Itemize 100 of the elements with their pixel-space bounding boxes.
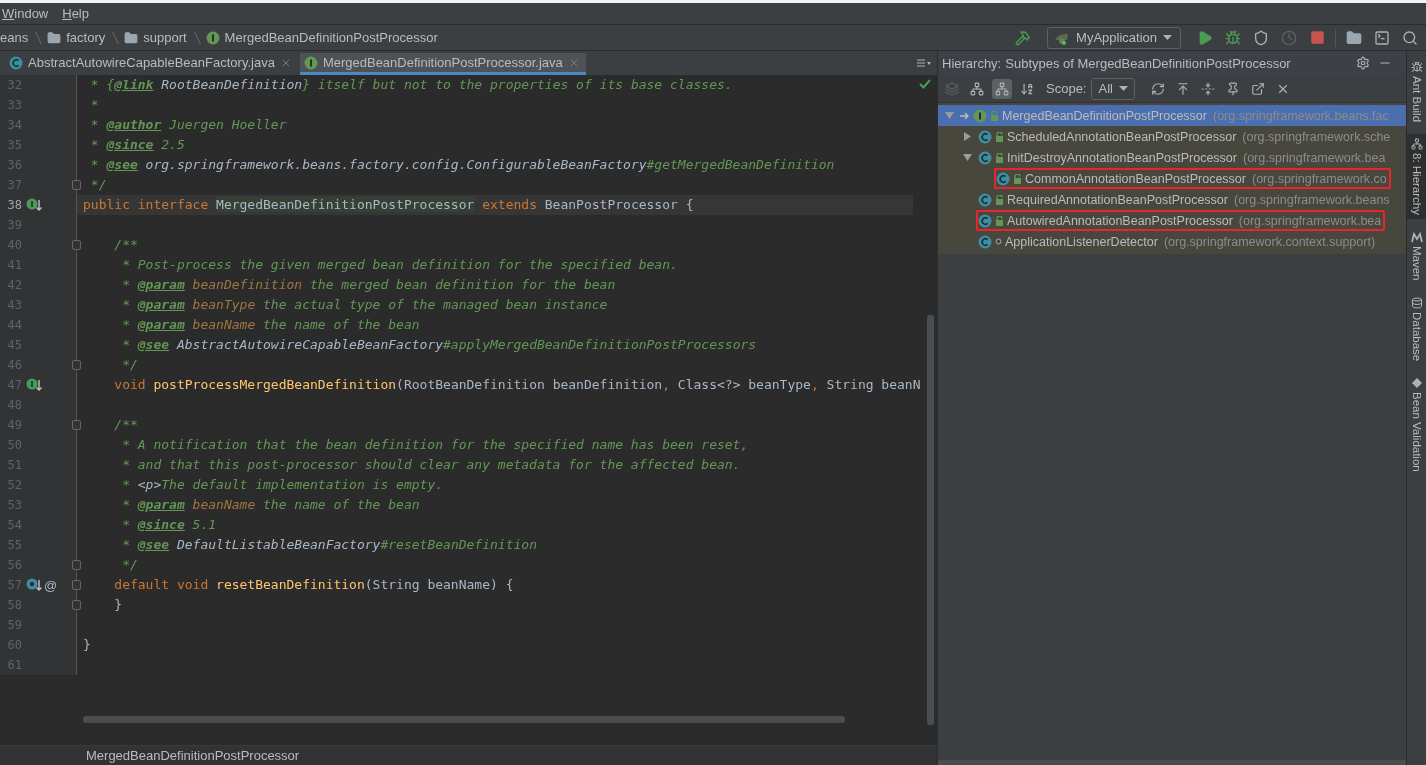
class-name: RequiredAnnotationBeanPostProcessor: [1007, 192, 1228, 207]
expand-icon: [1200, 81, 1215, 96]
fold-marker[interactable]: [72, 600, 81, 610]
package-name: (org.springframework.context.support): [1163, 234, 1376, 249]
fold-marker[interactable]: [72, 420, 81, 430]
code-line: * @see org.springframework.beans.factory.config.ConfigurableBeanFactory#getMergedBeanDefinition: [89, 156, 836, 174]
package-name: (org.springframework.beans.fac: [1212, 108, 1389, 123]
panel-subtitle: Subtypes of MergedBeanDefinitionPostProcessor: [1005, 55, 1291, 71]
expanded-arrow-icon[interactable]: [962, 153, 972, 162]
refresh-icon: [1150, 81, 1165, 96]
code-line: * @see DefaultListableBeanFactory#resetBeanDefinition: [121, 536, 538, 554]
database-icon: [1410, 296, 1423, 309]
fold-marker[interactable]: [72, 240, 81, 250]
tool-window-button[interactable]: 8: Hierarchy: [1406, 134, 1426, 220]
scrollbar[interactable]: [938, 760, 1406, 765]
code-line: */: [121, 556, 139, 574]
interface-icon: [205, 30, 220, 45]
breadcrumb[interactable]: support: [124, 30, 187, 45]
scrollbar[interactable]: [83, 716, 845, 723]
editor-tab[interactable]: MergedBeanDefinitionPostProcessor.java: [299, 53, 586, 75]
ant-icon: [1410, 61, 1423, 73]
check-icon: [919, 77, 931, 92]
menu-item[interactable]: Help: [62, 6, 89, 21]
menu-item[interactable]: Window: [2, 6, 49, 21]
tree-row[interactable]: InitDestroyAnnotationBeanPostProcessor (org.springframework.bea: [938, 147, 1406, 168]
code-line: }: [113, 596, 124, 614]
package-name: (org.springframework.sche: [1242, 129, 1391, 144]
collapsed-arrow-icon[interactable]: [962, 132, 972, 141]
class-icon: [9, 55, 23, 70]
code-line: * <p>The default implementation is empty.: [121, 476, 445, 494]
class-name: ApplicationListenerDetector: [1005, 234, 1158, 249]
fold-marker[interactable]: [72, 180, 81, 190]
bean-icon: [1410, 376, 1423, 389]
overriding-icon[interactable]: [26, 578, 42, 592]
code-line: }: [82, 636, 92, 654]
code-line: * @param beanDefinition the merged bean definition for the bean: [121, 276, 617, 294]
run-config-dropdown[interactable]: MyApplication: [1047, 26, 1181, 49]
code-line: * @param beanName the name of the bean: [121, 316, 421, 334]
code-line: * A notification that the bean definition for the specified name has been reset,: [121, 436, 750, 454]
settings-icon: [1356, 56, 1370, 70]
annotation-marker: @: [44, 577, 58, 593]
code-line: /**: [113, 416, 139, 434]
class-icon: [978, 150, 992, 165]
pin-icon: [1225, 81, 1240, 96]
tree-row[interactable]: ScheduledAnnotationBeanPostProcessor (org.springframework.sche: [938, 126, 1406, 147]
implemented-icon[interactable]: [26, 198, 42, 212]
tree-row[interactable]: ApplicationListenerDetector (org.springframework.context.support): [938, 231, 1406, 252]
search-icon: [1402, 29, 1418, 46]
code-line: default void resetBeanDefinition(String beanName) {: [113, 576, 515, 594]
tool-window-button[interactable]: Database: [1406, 292, 1426, 365]
tool-window-button[interactable]: Maven: [1406, 227, 1426, 285]
class-name: CommonAnnotationBeanPostProcessor: [1025, 171, 1246, 186]
expanded-arrow-icon[interactable]: [944, 111, 954, 120]
code-line: void postProcessMergedBeanDefinition(RootBeanDefinition beanDefinition, Class<?> beanType, String beanN: [113, 376, 921, 394]
class-name: AutowiredAnnotationBeanPostProcessor: [1007, 213, 1233, 228]
fold-marker[interactable]: [72, 560, 81, 570]
run-icon: [1197, 29, 1213, 46]
code-breadcrumb[interactable]: MergedBeanDefinitionPostProcessor: [86, 748, 300, 763]
caret-icon: [1118, 86, 1128, 91]
breadcrumb[interactable]: factory: [47, 30, 106, 45]
code-line: */: [121, 356, 139, 374]
folder-icon: [47, 30, 62, 45]
package-name: (org.springframework.bea: [1238, 213, 1382, 228]
panel-title: Hierarchy:: [942, 55, 1002, 71]
fold-marker[interactable]: [72, 360, 81, 370]
interface-icon: [973, 108, 987, 123]
code-line: * @since 2.5: [89, 136, 186, 154]
class-name: MergedBeanDefinitionPostProcessor: [1002, 108, 1207, 123]
code-line: * @author Juergen Hoeller: [89, 116, 288, 134]
package-name: (org.springframework.bea: [1243, 150, 1386, 165]
tool-window-button[interactable]: Ant Build: [1406, 57, 1426, 127]
editor-tab[interactable]: AbstractAutowireCapableBeanFactory.java: [5, 53, 298, 75]
export-icon: [1250, 81, 1265, 96]
tool-window-button[interactable]: Bean Validation: [1406, 372, 1426, 476]
fold-marker[interactable]: [72, 580, 81, 590]
scope-dropdown[interactable]: All: [1091, 77, 1135, 100]
tabs-menu-icon[interactable]: [917, 59, 931, 67]
folder-icon: [124, 30, 139, 45]
code-line: *: [89, 96, 100, 114]
folder-icon: [1346, 29, 1362, 46]
tree-row[interactable]: RequiredAnnotationBeanPostProcessor (org.springframework.beans: [938, 189, 1406, 210]
class-icon: [978, 129, 992, 144]
interface-icon: [303, 55, 318, 70]
caret-icon: [1163, 35, 1172, 40]
tree-row[interactable]: CommonAnnotationBeanPostProcessor (org.springframework.co: [938, 168, 1406, 189]
class-icon: [996, 171, 1010, 186]
view-mode-button[interactable]: [992, 78, 1012, 99]
implemented-icon[interactable]: [26, 378, 42, 392]
code-line: * {@link RootBeanDefinition} itself but not to the properties of its base classes.: [89, 76, 734, 94]
breadcrumb[interactable]: eans: [0, 30, 29, 45]
code-line: * @param beanType the actual type of the managed bean instance: [121, 296, 609, 314]
code-line: * Post-process the given merged bean definition for the specified bean.: [121, 256, 679, 274]
scrollbar[interactable]: [927, 315, 934, 725]
class-icon: [978, 234, 992, 249]
code-line: */: [89, 176, 108, 194]
tree-row[interactable]: AutowiredAnnotationBeanPostProcessor (org.springframework.bea: [938, 210, 1406, 231]
breadcrumb[interactable]: MergedBeanDefinitionPostProcessor: [205, 30, 438, 45]
class-icon: [978, 213, 992, 228]
debug-icon: [1225, 29, 1241, 46]
stop-icon: [1309, 30, 1325, 45]
